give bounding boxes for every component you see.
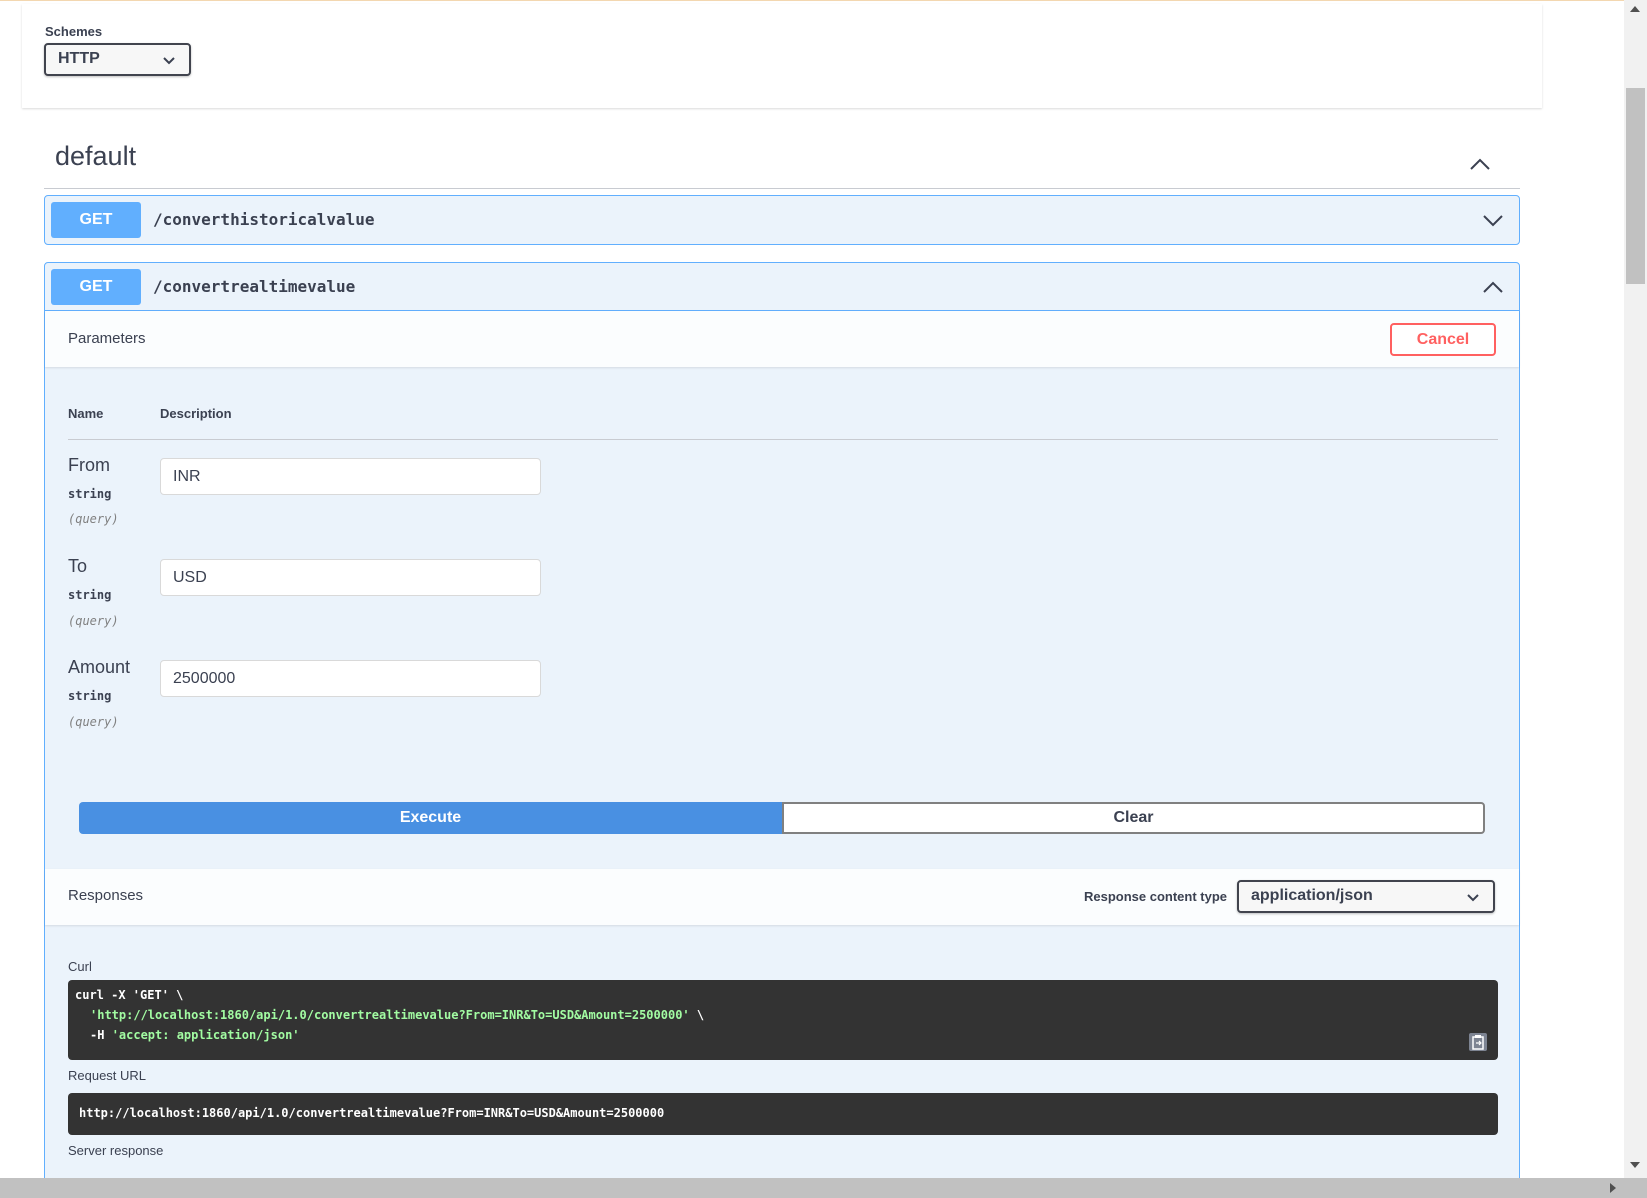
responses-title: Responses <box>68 887 144 904</box>
section-divider <box>44 188 1520 189</box>
from-input[interactable] <box>160 458 541 495</box>
param-in-amount: (query) <box>68 715 119 729</box>
parameters-header: Parameters Cancel <box>45 311 1519 367</box>
param-name-from: From <box>68 455 110 475</box>
scroll-up-arrow-icon[interactable] <box>1630 6 1640 12</box>
chevron-down-icon <box>1467 894 1479 902</box>
param-type-from: string <box>68 487 112 501</box>
response-content-type-label: Response content type <box>1083 889 1227 904</box>
curl-line-continuation: \ <box>689 1008 705 1022</box>
curl-line-2: 'http://localhost:1860/api/1.0/convertre… <box>90 1008 704 1022</box>
operation-summary[interactable]: GET /converthistoricalvalue <box>45 196 1519 244</box>
schemes-container <box>22 4 1542 108</box>
top-divider <box>0 0 1624 1</box>
chevron-up-icon[interactable] <box>1481 275 1505 299</box>
curl-code-block[interactable]: curl -X 'GET' \ 'http://localhost:1860/a… <box>68 980 1498 1060</box>
execute-button[interactable]: Execute <box>79 802 782 834</box>
params-divider <box>68 439 1498 440</box>
method-badge: GET <box>51 269 141 305</box>
curl-header-value: 'accept: application/json' <box>111 1028 300 1042</box>
amount-input[interactable] <box>160 660 541 697</box>
column-header-description: Description <box>160 406 232 421</box>
curl-header-flag: -H <box>90 1028 112 1042</box>
content-type-value: application/json <box>1251 887 1373 904</box>
chevron-down-icon[interactable] <box>1481 208 1505 232</box>
column-header-name: Name <box>68 406 104 421</box>
operation-converthistoricalvalue: GET /converthistoricalvalue <box>44 195 1520 245</box>
responses-header: Responses Response content type applicat… <box>45 869 1519 925</box>
schemes-select[interactable]: HTTP <box>44 43 191 76</box>
param-in-to: (query) <box>68 614 119 628</box>
cancel-button[interactable]: Cancel <box>1390 323 1496 356</box>
param-name-to: To <box>68 556 88 576</box>
vertical-scrollbar-thumb[interactable] <box>1626 88 1645 284</box>
request-url-label: Request URL <box>68 1068 147 1083</box>
request-url-value: http://localhost:1860/api/1.0/convertrea… <box>79 1106 665 1120</box>
chevron-down-icon <box>163 57 175 65</box>
curl-label: Curl <box>68 959 92 974</box>
horizontal-scrollbar[interactable] <box>0 1178 1647 1198</box>
param-type-amount: string <box>68 689 112 703</box>
operation-convertrealtimevalue: GET /convertrealtimevalue Parameters Can… <box>44 262 1520 1192</box>
parameters-title: Parameters <box>68 330 146 347</box>
curl-url: 'http://localhost:1860/api/1.0/convertre… <box>90 1008 690 1022</box>
operation-path: /convertrealtimevalue <box>153 277 356 296</box>
to-input[interactable] <box>160 559 541 596</box>
curl-line-3: -H 'accept: application/json' <box>90 1028 300 1042</box>
param-in-from: (query) <box>68 512 119 526</box>
server-response-label: Server response <box>68 1143 164 1158</box>
schemes-selected-value: HTTP <box>58 50 100 67</box>
response-content-type-select[interactable]: application/json <box>1237 880 1495 913</box>
request-url-block[interactable]: http://localhost:1860/api/1.0/convertrea… <box>68 1093 1498 1135</box>
copy-to-clipboard-icon[interactable] <box>1468 1032 1488 1052</box>
method-badge: GET <box>51 202 141 238</box>
clear-button[interactable]: Clear <box>782 802 1485 834</box>
chevron-up-icon[interactable] <box>1468 152 1492 176</box>
scroll-down-arrow-icon[interactable] <box>1630 1162 1640 1168</box>
param-name-amount: Amount <box>68 657 131 677</box>
schemes-label: Schemes <box>45 24 103 39</box>
curl-line-1: curl -X 'GET' \ <box>75 988 184 1002</box>
operation-summary[interactable]: GET /convertrealtimevalue <box>45 263 1519 311</box>
param-type-to: string <box>68 588 112 602</box>
section-title[interactable]: default <box>55 141 136 172</box>
scroll-right-arrow-icon[interactable] <box>1610 1183 1616 1193</box>
operation-path: /converthistoricalvalue <box>153 210 375 229</box>
